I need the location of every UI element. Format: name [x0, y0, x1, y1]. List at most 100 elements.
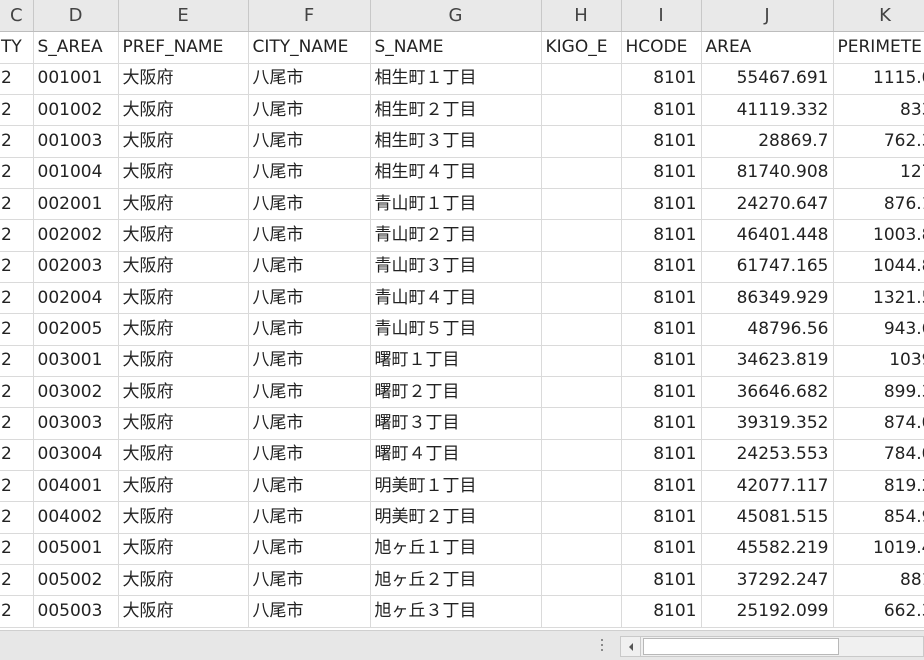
cell-hcode[interactable]: 8101	[621, 313, 702, 346]
cell-city-type[interactable]: 2	[0, 188, 34, 221]
cell-perimeter[interactable]: 127	[833, 157, 924, 189]
cell-s-area[interactable]: 001001	[33, 63, 119, 95]
scrollbar-thumb[interactable]	[643, 638, 839, 655]
triangle-left-icon[interactable]	[621, 637, 641, 656]
cell-pref-name[interactable]: 大阪府	[118, 564, 249, 597]
cell-s-area[interactable]: 002002	[33, 219, 119, 252]
cell-city-type[interactable]: 2	[0, 564, 34, 597]
cell-perimeter[interactable]: 762.3	[833, 125, 924, 158]
cell-city-name[interactable]: 八尾市	[248, 94, 371, 127]
cell-pref-name[interactable]: 大阪府	[118, 94, 249, 127]
cell-pref-name[interactable]: 大阪府	[118, 501, 249, 534]
cell-perimeter[interactable]: 854.9	[833, 501, 924, 534]
cell-s-area[interactable]: 005003	[33, 595, 119, 628]
cell-pref-name[interactable]: 大阪府	[118, 407, 249, 440]
column-header-j[interactable]: J	[701, 0, 834, 32]
cell-s-name[interactable]: 曙町４丁目	[370, 439, 542, 471]
cell-city-name[interactable]: 八尾市	[248, 376, 371, 409]
cell-kigo-e[interactable]	[541, 470, 622, 503]
cell-city-type[interactable]: 2	[0, 533, 34, 566]
cell-city-name[interactable]: 八尾市	[248, 313, 371, 346]
cell-s-name[interactable]: 青山町２丁目	[370, 219, 542, 252]
cell-hcode[interactable]: 8101	[621, 439, 702, 471]
cell-kigo-e[interactable]	[541, 595, 622, 628]
cell-area[interactable]: 34623.819	[701, 345, 834, 377]
cell-kigo-e[interactable]	[541, 407, 622, 440]
cell-s-name[interactable]: 青山町１丁目	[370, 188, 542, 221]
cell-perimeter[interactable]: 662.3	[833, 595, 924, 628]
cell-kigo-e[interactable]	[541, 345, 622, 377]
cell-field-name[interactable]: S_AREA	[33, 31, 119, 64]
cell-city-type[interactable]: 2	[0, 501, 34, 534]
cell-pref-name[interactable]: 大阪府	[118, 439, 249, 471]
cell-field-name[interactable]: S_NAME	[370, 31, 542, 64]
cell-pref-name[interactable]: 大阪府	[118, 125, 249, 158]
cell-area[interactable]: 39319.352	[701, 407, 834, 440]
cell-perimeter[interactable]: 784.0	[833, 439, 924, 471]
cell-city-type[interactable]: 2	[0, 219, 34, 252]
cell-hcode[interactable]: 8101	[621, 282, 702, 315]
cell-kigo-e[interactable]	[541, 63, 622, 95]
cell-city-type[interactable]: 2	[0, 376, 34, 409]
cell-pref-name[interactable]: 大阪府	[118, 595, 249, 628]
column-header-g[interactable]: G	[370, 0, 542, 32]
cell-field-name[interactable]: AREA	[701, 31, 834, 64]
cell-hcode[interactable]: 8101	[621, 564, 702, 597]
cell-city-name[interactable]: 八尾市	[248, 63, 371, 95]
cell-s-area[interactable]: 002003	[33, 251, 119, 283]
cell-city-type[interactable]: 2	[0, 157, 34, 189]
cell-s-area[interactable]: 003004	[33, 439, 119, 471]
cell-pref-name[interactable]: 大阪府	[118, 282, 249, 315]
cell-city-type[interactable]: 2	[0, 313, 34, 346]
vertical-dots-icon[interactable]	[599, 639, 605, 653]
cell-s-area[interactable]: 005001	[33, 533, 119, 566]
cell-pref-name[interactable]: 大阪府	[118, 376, 249, 409]
cell-field-name[interactable]: PERIMETE	[833, 31, 924, 64]
cell-perimeter[interactable]: 943.6	[833, 313, 924, 346]
cell-s-area[interactable]: 004001	[33, 470, 119, 503]
cell-city-name[interactable]: 八尾市	[248, 282, 371, 315]
cell-area[interactable]: 48796.56	[701, 313, 834, 346]
cell-pref-name[interactable]: 大阪府	[118, 188, 249, 221]
cell-kigo-e[interactable]	[541, 501, 622, 534]
cell-city-type[interactable]: 2	[0, 439, 34, 471]
column-header-c[interactable]: C	[0, 0, 34, 32]
cell-s-area[interactable]: 003003	[33, 407, 119, 440]
cell-perimeter[interactable]: 881	[833, 564, 924, 597]
cell-kigo-e[interactable]	[541, 188, 622, 221]
cell-s-area[interactable]: 001003	[33, 125, 119, 158]
column-header-e[interactable]: E	[118, 0, 249, 32]
cell-city-name[interactable]: 八尾市	[248, 501, 371, 534]
cell-s-name[interactable]: 旭ヶ丘３丁目	[370, 595, 542, 628]
column-header-d[interactable]: D	[33, 0, 119, 32]
cell-s-name[interactable]: 旭ヶ丘１丁目	[370, 533, 542, 566]
cell-kigo-e[interactable]	[541, 219, 622, 252]
cell-pref-name[interactable]: 大阪府	[118, 313, 249, 346]
cell-s-area[interactable]: 004002	[33, 501, 119, 534]
cell-field-name[interactable]: HCODE	[621, 31, 702, 64]
cell-s-name[interactable]: 相生町４丁目	[370, 157, 542, 189]
cell-city-name[interactable]: 八尾市	[248, 533, 371, 566]
cell-city-type[interactable]: 2	[0, 63, 34, 95]
cell-perimeter[interactable]: 819.2	[833, 470, 924, 503]
cell-city-name[interactable]: 八尾市	[248, 125, 371, 158]
cell-kigo-e[interactable]	[541, 439, 622, 471]
cell-area[interactable]: 42077.117	[701, 470, 834, 503]
cell-city-name[interactable]: 八尾市	[248, 439, 371, 471]
cell-perimeter[interactable]: 899.3	[833, 376, 924, 409]
cell-hcode[interactable]: 8101	[621, 219, 702, 252]
cell-kigo-e[interactable]	[541, 564, 622, 597]
cell-city-type[interactable]: 2	[0, 407, 34, 440]
cell-perimeter[interactable]: 833	[833, 94, 924, 127]
cell-s-area[interactable]: 005002	[33, 564, 119, 597]
cell-city-name[interactable]: 八尾市	[248, 345, 371, 377]
cell-hcode[interactable]: 8101	[621, 188, 702, 221]
cell-hcode[interactable]: 8101	[621, 376, 702, 409]
cell-hcode[interactable]: 8101	[621, 157, 702, 189]
cell-field-name[interactable]: PREF_NAME	[118, 31, 249, 64]
cell-s-name[interactable]: 曙町３丁目	[370, 407, 542, 440]
cell-s-name[interactable]: 曙町１丁目	[370, 345, 542, 377]
cell-area[interactable]: 25192.099	[701, 595, 834, 628]
cell-pref-name[interactable]: 大阪府	[118, 345, 249, 377]
cell-perimeter[interactable]: 1039	[833, 345, 924, 377]
